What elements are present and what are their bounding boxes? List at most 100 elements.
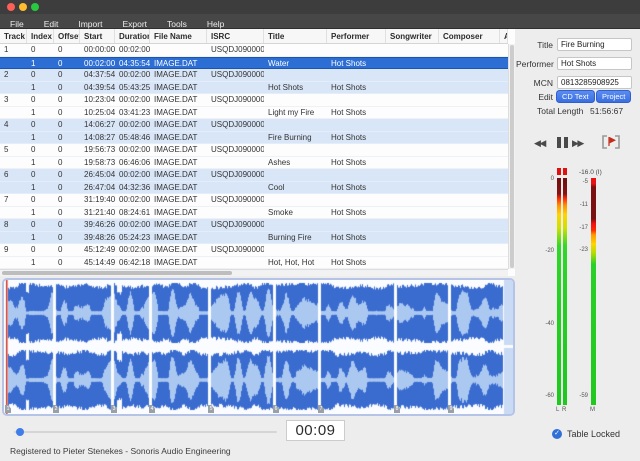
fast-forward-button[interactable]: ▶▶ [572,137,583,149]
table-row[interactable]: 1031:21:4008:24:61IMAGE.DATSmokeHot Shot… [0,207,508,220]
column-header-composer[interactable]: Composer [439,29,500,43]
cell-duration: 05:24:23 [115,232,150,244]
rewind-button[interactable]: ◀◀ [534,137,545,149]
cell-songwriter [386,244,439,256]
cell-isrc [207,257,264,269]
cell-isrc: USQDJ0900006 [207,169,264,181]
cell-performer: Hot Shots [327,257,386,269]
cell-songwriter [386,132,439,144]
m-meter-scale-label: -23 [568,247,588,253]
table-row[interactable]: 1004:39:5405:43:25IMAGE.DATHot ShotsHot … [0,82,508,95]
cell-composer [439,82,500,94]
table-row[interactable]: 40014:06:2700:02:00IMAGE.DATUSQDJ0900004 [0,119,508,132]
title-input[interactable] [557,38,632,51]
cell-performer [327,244,386,256]
cd-text-button[interactable]: CD Text [556,90,595,103]
cell-isrc: USQDJ0900001 [207,44,264,56]
column-header-track[interactable]: Track [0,29,27,43]
column-header-title[interactable]: Title [264,29,327,43]
position-slider-track[interactable] [14,431,277,433]
table-row[interactable]: 1039:48:2605:24:23IMAGE.DATBurning FireH… [0,232,508,245]
cell-duration: 04:35:54 [115,58,150,69]
table-row[interactable]: 30010:23:0400:02:00IMAGE.DATUSQDJ0900003 [0,94,508,107]
vertical-scroll-thumb[interactable] [510,45,514,268]
cell-isrc: USQDJ0900003 [207,94,264,106]
cell-songwriter [386,207,439,219]
minimize-window-button[interactable] [19,3,27,11]
cell-file-name: IMAGE.DAT [150,244,207,256]
table-row[interactable]: 1014:08:2705:48:46IMAGE.DATFire BurningH… [0,132,508,145]
cell-start: 00:02:00 [80,58,115,69]
cell-songwriter [386,232,439,244]
column-header-start[interactable]: Start [80,29,115,43]
m-meter-scale-label: -5 [568,179,588,185]
cell-performer [327,144,386,156]
cell-track [0,257,27,269]
table-row[interactable]: 80039:46:2600:02:00IMAGE.DATUSQDJ0900008 [0,219,508,232]
horizontal-scroll-thumb[interactable] [2,271,232,275]
cell-composer [439,207,500,219]
table-row[interactable]: 20004:37:5400:02:00IMAGE.DATUSQDJ0900002 [0,69,508,82]
table-row[interactable]: 1019:58:7306:46:06IMAGE.DATAshesHot Shot… [0,157,508,170]
total-length-label: Total Length [537,106,583,116]
cell-title: Water [264,58,327,69]
mcn-field-label: MCN [516,78,553,88]
m-meter-scale-label: -17 [568,225,588,231]
column-header-isrc[interactable]: ISRC [207,29,264,43]
cell-offset: 0 [54,69,80,81]
cell-offset: 0 [54,119,80,131]
cell-arranger [500,94,508,106]
column-header-arranger[interactable]: Arr [500,29,508,43]
cell-arranger [500,144,508,156]
table-row[interactable]: 1010:25:0403:41:23IMAGE.DATLight my Fire… [0,107,508,120]
column-header-duration[interactable]: Duration [115,29,150,43]
cell-composer [439,58,500,69]
table-row[interactable]: 1045:14:4906:42:18IMAGE.DATHot, Hot, Hot… [0,257,508,270]
pause-button[interactable] [557,137,571,155]
table-vertical-scrollbar[interactable] [508,44,515,269]
cell-arranger [500,257,508,269]
table-row[interactable]: 70031:19:4000:02:00IMAGE.DATUSQDJ0900007 [0,194,508,207]
cell-start: 10:25:04 [80,107,115,119]
performer-input[interactable] [557,57,632,70]
table-row[interactable]: 1026:47:0404:32:36IMAGE.DATCoolHot Shots [0,182,508,195]
waveform-display[interactable] [4,280,513,414]
mcn-input[interactable] [557,76,632,89]
table-row[interactable]: 50019:56:7300:02:00IMAGE.DATUSQDJ0900005 [0,144,508,157]
column-header-file-name[interactable]: File Name [150,29,207,43]
cell-isrc: USQDJ0900008 [207,219,264,231]
table-horizontal-scrollbar[interactable] [0,269,508,276]
marker-flag-button[interactable] [600,134,622,155]
column-header-index[interactable]: Index [27,29,54,43]
cell-offset: 0 [54,182,80,194]
cell-offset: 0 [54,157,80,169]
cell-start: 14:08:27 [80,132,115,144]
column-header-offset[interactable]: Offset [54,29,80,43]
position-slider-handle[interactable] [16,428,24,436]
cell-arranger [500,182,508,194]
cell-performer: Hot Shots [327,82,386,94]
cell-duration: 06:46:06 [115,157,150,169]
cell-performer: Hot Shots [327,157,386,169]
cell-performer [327,119,386,131]
table-row[interactable]: 10000:00:0000:02:00USQDJ0900001 [0,44,508,57]
cell-title [264,69,327,81]
cell-isrc [207,157,264,169]
zoom-window-button[interactable] [31,3,39,11]
project-button[interactable]: Project [596,90,631,103]
cell-duration: 04:32:36 [115,182,150,194]
table-row[interactable]: 90045:12:4900:02:00IMAGE.DATUSQDJ0900009 [0,244,508,257]
table-row[interactable]: 60026:45:0400:02:00IMAGE.DATUSQDJ0900006 [0,169,508,182]
table-row[interactable]: 1000:02:0004:35:54IMAGE.DATWaterHot Shot… [0,57,508,70]
app-window: FileEditImportExportToolsHelp TrackIndex… [0,0,640,461]
meter-channel-label: M [590,407,595,413]
cell-index: 1 [27,107,54,119]
cell-duration: 05:48:46 [115,132,150,144]
close-window-button[interactable] [7,3,15,11]
column-header-songwriter[interactable]: Songwriter [386,29,439,43]
cell-offset: 0 [54,257,80,269]
title-field-label: Title [516,40,553,50]
cell-arranger [500,194,508,206]
cell-songwriter [386,44,439,56]
column-header-performer[interactable]: Performer [327,29,386,43]
